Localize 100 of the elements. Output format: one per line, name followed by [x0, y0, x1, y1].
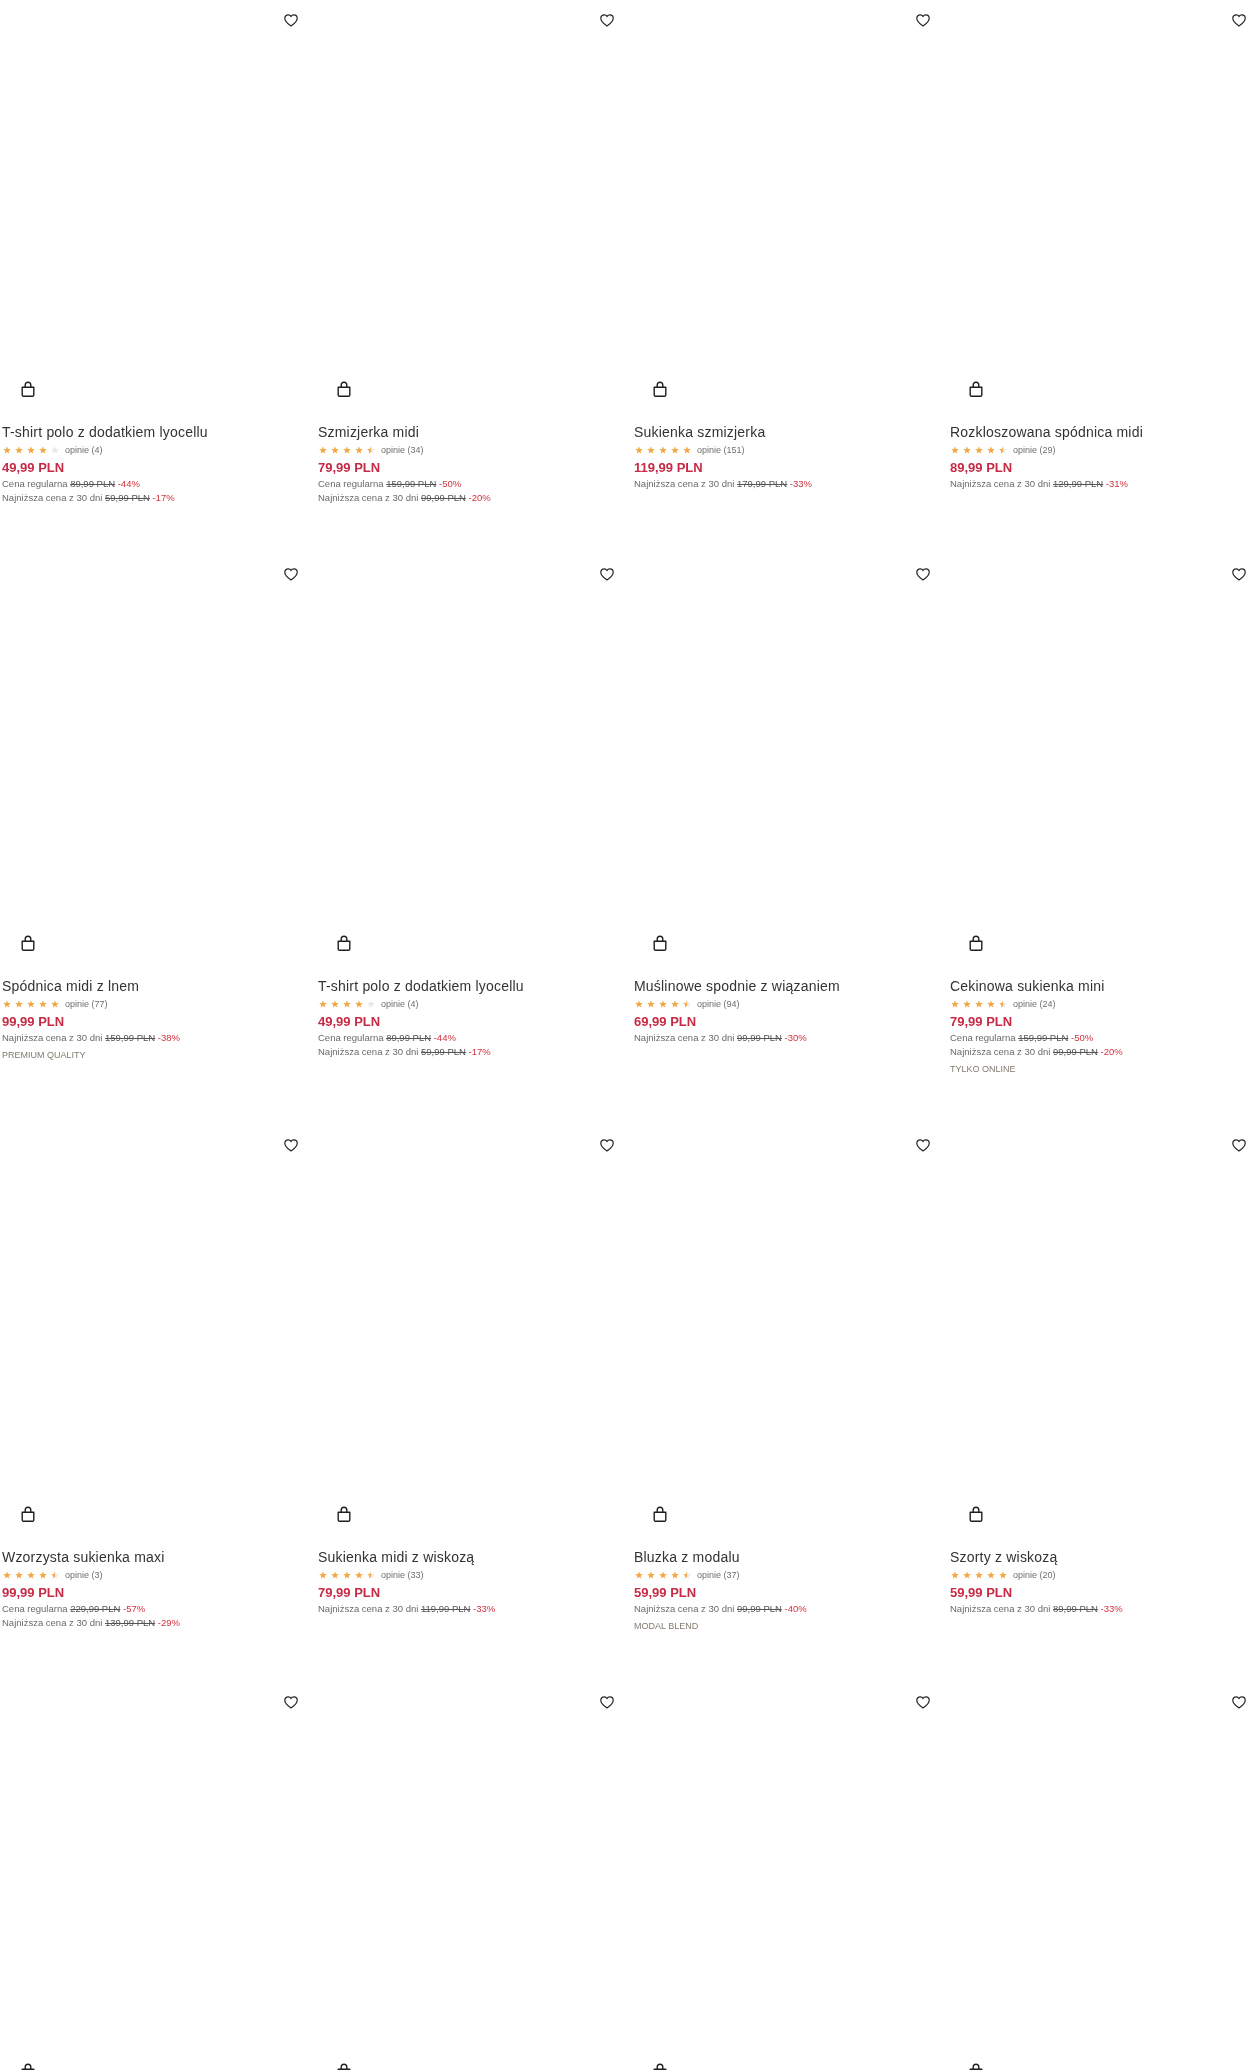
shopping-bag-icon[interactable] — [21, 1506, 35, 1522]
price-history-note: Najniższa cena z 30 dni 99,99 PLN -20% — [318, 491, 492, 505]
price-history-note: Cena regularna 159,99 PLN -50% — [950, 1031, 1095, 1045]
heart-icon[interactable] — [284, 1696, 298, 1709]
shopping-bag-icon[interactable] — [653, 935, 667, 951]
product-price: 59,99 PLN — [950, 1584, 1014, 1602]
star-icon — [51, 1000, 59, 1008]
product-title[interactable]: T-shirt polo z dodatkiem lyocellu — [2, 422, 300, 442]
star-icon — [987, 1571, 995, 1579]
star-icon — [27, 1571, 35, 1579]
product-title[interactable]: Szorty z wiskozą — [950, 1547, 1248, 1567]
price-history-note: Najniższa cena z 30 dni 89,99 PLN -33% — [950, 1602, 1124, 1616]
heart-icon[interactable] — [1232, 1139, 1246, 1152]
heart-icon[interactable] — [916, 568, 930, 581]
star-icon — [319, 1571, 327, 1579]
product-price: 49,99 PLN — [318, 1013, 382, 1031]
review-count: opinie (29) — [1013, 444, 1056, 456]
heart-icon[interactable] — [916, 14, 930, 27]
heart-icon[interactable] — [284, 14, 298, 27]
star-icon — [319, 1000, 327, 1008]
half-star-icon — [683, 1000, 691, 1008]
product-title[interactable]: Bluzka z modalu — [634, 1547, 932, 1567]
star-icon — [647, 446, 655, 454]
star-icon — [987, 1000, 995, 1008]
price-history-note: Najniższa cena z 30 dni 139,99 PLN -29% — [2, 1616, 181, 1630]
product-title[interactable]: Rozkloszowana spódnica midi — [950, 422, 1248, 442]
review-count: opinie (20) — [1013, 1569, 1056, 1581]
heart-icon[interactable] — [600, 1139, 614, 1152]
half-star-icon — [999, 1000, 1007, 1008]
shopping-bag-icon[interactable] — [21, 935, 35, 951]
star-icon — [635, 446, 643, 454]
star-icon — [659, 446, 667, 454]
star-icon — [319, 446, 327, 454]
star-icon — [999, 1571, 1007, 1579]
price-history-note: Najniższa cena z 30 dni 59,99 PLN -17% — [2, 491, 176, 505]
heart-icon[interactable] — [284, 568, 298, 581]
heart-icon[interactable] — [600, 1696, 614, 1709]
shopping-bag-icon[interactable] — [969, 935, 983, 951]
shopping-bag-icon[interactable] — [337, 935, 351, 951]
star-icon — [975, 446, 983, 454]
shopping-bag-icon[interactable] — [653, 381, 667, 397]
star-icon — [39, 1571, 47, 1579]
review-count: opinie (3) — [65, 1569, 103, 1581]
product-title[interactable]: Muślinowe spodnie z wiązaniem — [634, 976, 932, 996]
star-icon — [647, 1000, 655, 1008]
review-count: opinie (33) — [381, 1569, 424, 1581]
review-count: opinie (151) — [697, 444, 745, 456]
heart-icon[interactable] — [600, 568, 614, 581]
price-history-note: Najniższa cena z 30 dni 99,99 PLN -30% — [634, 1031, 808, 1045]
heart-icon[interactable] — [600, 14, 614, 27]
star-icon — [963, 1000, 971, 1008]
shopping-bag-icon[interactable] — [337, 381, 351, 397]
product-price: 99,99 PLN — [2, 1584, 66, 1602]
half-star-icon — [367, 446, 375, 454]
heart-icon[interactable] — [1232, 568, 1246, 581]
product-title[interactable]: Cekinowa sukienka mini — [950, 976, 1248, 996]
star-icon — [683, 446, 691, 454]
heart-icon[interactable] — [1232, 14, 1246, 27]
star-icon — [3, 1000, 11, 1008]
price-history-note: Najniższa cena z 30 dni 179,99 PLN -33% — [634, 477, 813, 491]
product-title[interactable]: Sukienka midi z wiskozą — [318, 1547, 616, 1567]
half-star-icon — [999, 446, 1007, 454]
star-icon — [355, 1000, 363, 1008]
product-title[interactable]: T-shirt polo z dodatkiem lyocellu — [318, 976, 616, 996]
product-price: 79,99 PLN — [318, 459, 382, 477]
shopping-bag-icon[interactable] — [337, 1506, 351, 1522]
heart-icon[interactable] — [916, 1696, 930, 1709]
product-price: 69,99 PLN — [634, 1013, 698, 1031]
star-icon — [355, 1571, 363, 1579]
shopping-bag-icon[interactable] — [969, 1506, 983, 1522]
star-icon — [331, 1571, 339, 1579]
shopping-bag-icon[interactable] — [21, 381, 35, 397]
star-icon — [951, 446, 959, 454]
star-icon — [15, 1000, 23, 1008]
star-icon — [343, 1571, 351, 1579]
heart-icon[interactable] — [284, 1139, 298, 1152]
product-title[interactable]: Spódnica midi z lnem — [2, 976, 300, 996]
shopping-bag-icon[interactable] — [969, 381, 983, 397]
star-icon — [951, 1571, 959, 1579]
star-icon — [343, 446, 351, 454]
shopping-bag-icon[interactable] — [653, 1506, 667, 1522]
review-count: opinie (4) — [65, 444, 103, 456]
star-icon — [963, 446, 971, 454]
product-price: 49,99 PLN — [2, 459, 66, 477]
price-history-note: Cena regularna 89,99 PLN -44% — [318, 1031, 457, 1045]
product-price: 89,99 PLN — [950, 459, 1014, 477]
star-icon — [671, 1571, 679, 1579]
star-icon — [39, 446, 47, 454]
product-title[interactable]: Szmizjerka midi — [318, 422, 616, 442]
review-count: opinie (4) — [381, 998, 419, 1010]
star-icon — [331, 446, 339, 454]
heart-icon[interactable] — [916, 1139, 930, 1152]
star-icon — [331, 1000, 339, 1008]
heart-icon[interactable] — [1232, 1696, 1246, 1709]
price-history-note: Cena regularna 229,99 PLN -57% — [2, 1602, 147, 1616]
product-title[interactable]: Sukienka szmizjerka — [634, 422, 932, 442]
price-history-note: Najniższa cena z 30 dni 129,99 PLN -31% — [950, 477, 1129, 491]
price-history-note: Cena regularna 89,99 PLN -44% — [2, 477, 141, 491]
star-icon — [343, 1000, 351, 1008]
product-title[interactable]: Wzorzysta sukienka maxi — [2, 1547, 300, 1567]
